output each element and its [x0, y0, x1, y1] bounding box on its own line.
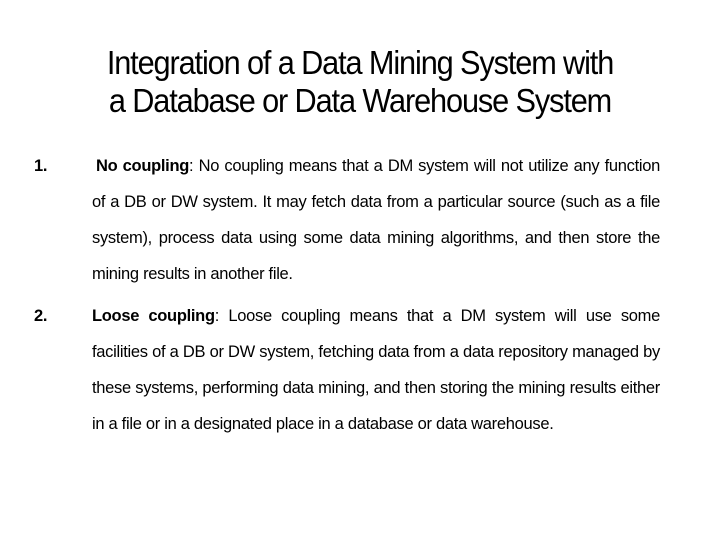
list-item-text: No coupling means that a DM system will …	[92, 157, 660, 283]
list-item-text: Loose coupling means that a DM system wi…	[92, 307, 660, 433]
list-item-no-coupling: 1. No coupling: No coupling means that a…	[34, 148, 660, 292]
list-item-number: 1.	[34, 157, 48, 175]
list-item-number: 2.	[34, 307, 48, 325]
slide-title-line-2: a Database or Data Warehouse System	[108, 82, 612, 119]
list-item-term: Loose coupling	[92, 307, 215, 325]
slide-title-line-1: Integration of a Data Mining System with	[106, 44, 614, 81]
coupling-list: 1. No coupling: No coupling means that a…	[34, 148, 660, 442]
list-item-loose-coupling: 2. Loose coupling: Loose coupling means …	[34, 298, 660, 442]
list-item-term: No coupling	[96, 157, 190, 175]
slide-title: Integration of a Data Mining System with…	[62, 44, 657, 120]
